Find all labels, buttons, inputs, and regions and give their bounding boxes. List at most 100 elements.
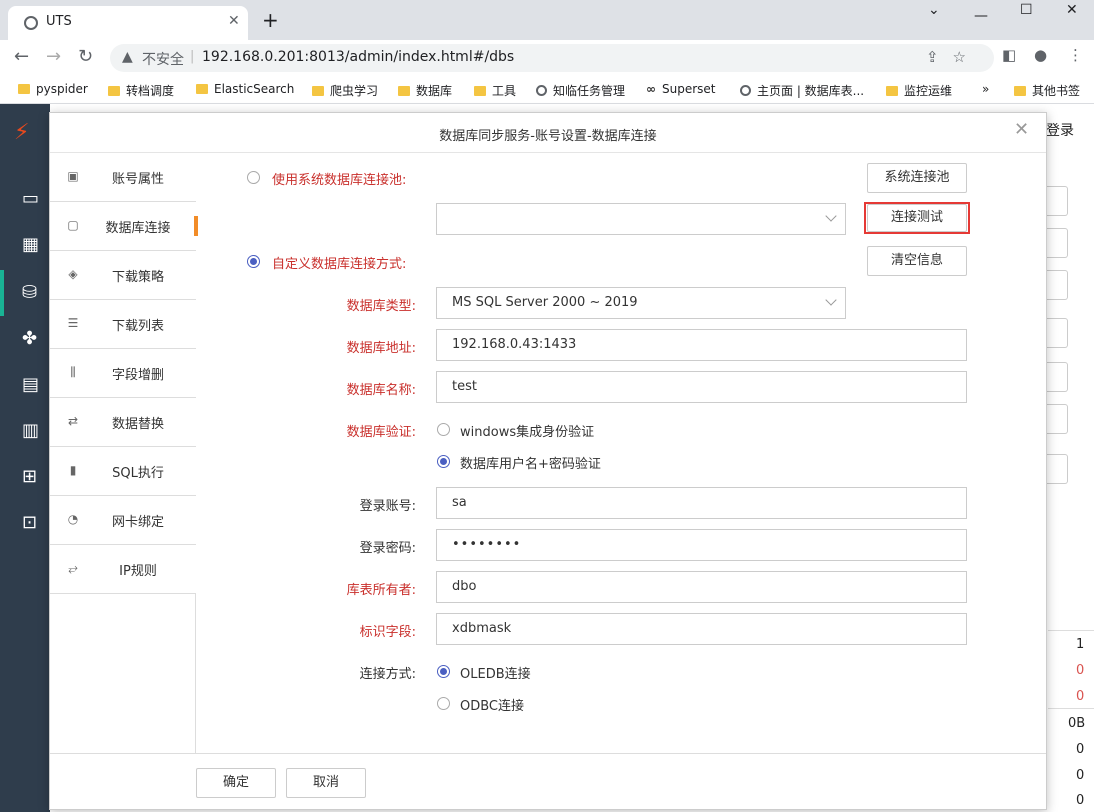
cancel-button[interactable]: 取消 (286, 768, 366, 798)
db-name-label: 数据库名称: (346, 383, 416, 398)
folder-icon (1014, 86, 1026, 96)
browser-tab[interactable]: UTS ✕ (8, 6, 248, 40)
close-icon[interactable]: ✕ (228, 13, 240, 29)
db-address-input[interactable]: 192.168.0.43:1433 (436, 329, 967, 361)
folder-list-icon[interactable]: ▥ (22, 420, 48, 442)
divider (1048, 708, 1094, 709)
dialog-footer: 确定 取消 (50, 753, 1046, 809)
bg-input[interactable] (1046, 404, 1068, 434)
nav-item-label: 下载策略 (111, 270, 164, 285)
nav-item-data-replace[interactable]: ⇄ 数据替换 (50, 398, 196, 447)
nav-item-label: 网卡绑定 (111, 515, 164, 530)
window-close-icon[interactable]: ✕ (1066, 2, 1078, 18)
conn-oledb-radio[interactable] (437, 665, 450, 678)
nav-item-account[interactable]: ▣ 账号属性 (50, 153, 196, 202)
conn-mode-label: 连接方式: (359, 667, 416, 682)
monitor-icon[interactable]: ▭ (22, 188, 48, 210)
bg-input[interactable] (1046, 228, 1068, 258)
nav-item-nic-binding[interactable]: ◔ 网卡绑定 (50, 496, 196, 545)
folder-icon (312, 86, 324, 96)
reload-icon[interactable]: ↻ (78, 46, 93, 67)
bg-input[interactable] (1046, 186, 1068, 216)
pool-select[interactable] (436, 203, 846, 235)
ok-button[interactable]: 确定 (196, 768, 276, 798)
share-star-icons[interactable]: ⇪☆ (926, 48, 980, 66)
nav-item-fields[interactable]: ⫼ 字段增删 (50, 349, 196, 398)
bg-count: 0B (1068, 716, 1086, 731)
folder-icon (474, 86, 486, 96)
bookmark-item[interactable]: ∞ Superset (646, 82, 716, 96)
bookmark-item[interactable]: 转档调度 (108, 82, 174, 99)
new-tab-icon[interactable]: + (262, 8, 279, 32)
mark-field-input[interactable]: xdbmask (436, 613, 967, 645)
custom-connection-radio[interactable] (247, 255, 260, 268)
system-pool-button[interactable]: 系统连接池 (867, 163, 967, 193)
back-icon[interactable]: ← (14, 46, 29, 67)
address-bar[interactable]: ▲ 不安全 | 192.168.0.201:8013/admin/index.h… (110, 44, 994, 72)
bg-input[interactable] (1046, 454, 1068, 484)
side-panel-icon[interactable]: ◧ (1002, 46, 1016, 64)
database-icon[interactable]: ⛁ (22, 282, 48, 304)
nav-item-db-connection[interactable]: ▢ 数据库连接 (50, 202, 198, 251)
chevron-down-icon[interactable]: ⌄ (928, 2, 940, 18)
folder-icon (398, 86, 410, 96)
sitemap-icon[interactable]: ⊞ (22, 466, 48, 488)
archive-icon[interactable]: ▤ (22, 374, 48, 396)
nav-item-download-strategy[interactable]: ◈ 下载策略 (50, 251, 196, 300)
close-icon[interactable]: ✕ (1014, 119, 1029, 140)
bg-input[interactable] (1046, 362, 1068, 392)
auth-windows-radio[interactable] (437, 423, 450, 436)
db-name-input[interactable]: test (436, 371, 967, 403)
minimize-icon[interactable]: — (974, 8, 988, 24)
nav-item-label: 账号属性 (111, 172, 164, 187)
forward-icon[interactable]: → (46, 46, 61, 67)
owner-input[interactable]: dbo (436, 571, 967, 603)
maximize-icon[interactable]: ☐ (1020, 2, 1033, 18)
nav-item-sql[interactable]: ▮ SQL执行 (50, 447, 196, 496)
bookmark-item[interactable]: 知临任务管理 (536, 82, 625, 99)
folder-icon (886, 86, 898, 96)
nav-item-ip-rules[interactable]: ⥂ IP规则 (50, 545, 196, 594)
url-text[interactable]: 192.168.0.201:8013/admin/index.html#/dbs (202, 49, 514, 65)
insecure-label[interactable]: 不安全 (142, 49, 184, 69)
replace-icon: ⇄ (67, 414, 79, 428)
bookmark-item[interactable]: 爬虫学习 (312, 82, 378, 99)
bookmark-item[interactable]: 监控运维 (886, 82, 952, 99)
download-box-icon[interactable]: ⊡ (22, 512, 48, 534)
login-account-input[interactable]: sa (436, 487, 967, 519)
bookmark-item[interactable]: 主页面 | 数据库表... (740, 82, 864, 99)
menu-kebab-icon[interactable]: ⋮ (1068, 46, 1083, 64)
bg-input[interactable] (1046, 270, 1068, 300)
bookmark-item[interactable]: 其他书签 (1014, 82, 1080, 99)
globe-icon (536, 85, 547, 96)
app-sidebar (0, 104, 50, 812)
browser-tab-bar: UTS ✕ + ⌄ — ☐ ✕ (0, 0, 1094, 40)
bg-input[interactable] (1046, 318, 1068, 348)
auth-password-radio[interactable] (437, 455, 450, 468)
bookmark-item[interactable]: pyspider (18, 82, 88, 96)
db-type-select[interactable]: MS SQL Server 2000 ~ 2019 (436, 287, 846, 319)
connection-test-button[interactable]: 连接测试 (867, 204, 967, 232)
bg-count: 0 (1076, 768, 1085, 783)
db-address-label: 数据库地址: (346, 341, 416, 356)
bg-login-link[interactable]: 登录 (1046, 120, 1074, 140)
warning-icon[interactable]: ▲ (122, 49, 133, 65)
folder-icon (18, 84, 30, 94)
calendar-tool-icon[interactable]: ▦ (22, 234, 48, 256)
columns-icon: ⫼ (70, 365, 76, 379)
mark-field-label: 标识字段: (359, 625, 416, 640)
bookmark-item[interactable]: 数据库 (398, 82, 452, 99)
nav-item-download-list[interactable]: ☰ 下载列表 (50, 300, 196, 349)
bookmark-item[interactable]: 工具 (474, 82, 516, 99)
bookmarks-overflow[interactable]: » (982, 82, 989, 96)
profile-avatar-icon[interactable]: ● (1034, 46, 1047, 64)
clear-info-button[interactable]: 清空信息 (867, 246, 967, 276)
use-pool-radio[interactable] (247, 171, 260, 184)
active-indicator (0, 270, 4, 316)
conn-odbc-radio[interactable] (437, 697, 450, 710)
bg-count: 0 (1076, 793, 1085, 808)
login-password-input[interactable]: •••••••• (436, 529, 967, 561)
bg-count: 0 (1076, 663, 1085, 678)
bookmark-item[interactable]: ElasticSearch (196, 82, 294, 96)
grid-icon[interactable]: ✤ (22, 328, 48, 350)
